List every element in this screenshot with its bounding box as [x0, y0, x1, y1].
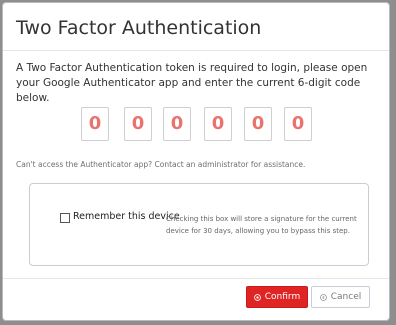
cancel-button[interactable]: Cancel	[311, 286, 370, 308]
check-circle-icon	[253, 293, 261, 301]
code-digit-6[interactable]: 0	[284, 107, 312, 141]
code-digit-5[interactable]: 0	[244, 107, 272, 141]
code-digit-4[interactable]: 0	[204, 107, 232, 141]
dialog-title: Two Factor Authentication	[16, 17, 262, 39]
remember-device-panel: Remember this device Checking this box w…	[29, 183, 369, 266]
remember-device-checkbox[interactable]	[60, 213, 70, 223]
code-digit-2[interactable]: 0	[124, 107, 152, 141]
confirm-button-label: Confirm	[264, 292, 301, 302]
two-factor-dialog: Two Factor Authentication A Two Factor A…	[2, 2, 390, 321]
confirm-button[interactable]: Confirm	[246, 286, 308, 308]
help-text: Can't access the Authenticator app? Cont…	[16, 160, 306, 169]
footer-divider	[3, 278, 389, 279]
code-digit-1[interactable]: 0	[81, 107, 109, 141]
intro-text: A Two Factor Authentication token is req…	[16, 62, 368, 104]
code-digit-3[interactable]: 0	[163, 107, 191, 141]
title-divider	[3, 50, 389, 51]
remember-device-description: Checking this box will store a signature…	[166, 215, 357, 235]
back-circle-icon	[319, 293, 327, 301]
remember-device-label[interactable]: Remember this device	[73, 211, 180, 222]
cancel-button-label: Cancel	[330, 292, 362, 302]
